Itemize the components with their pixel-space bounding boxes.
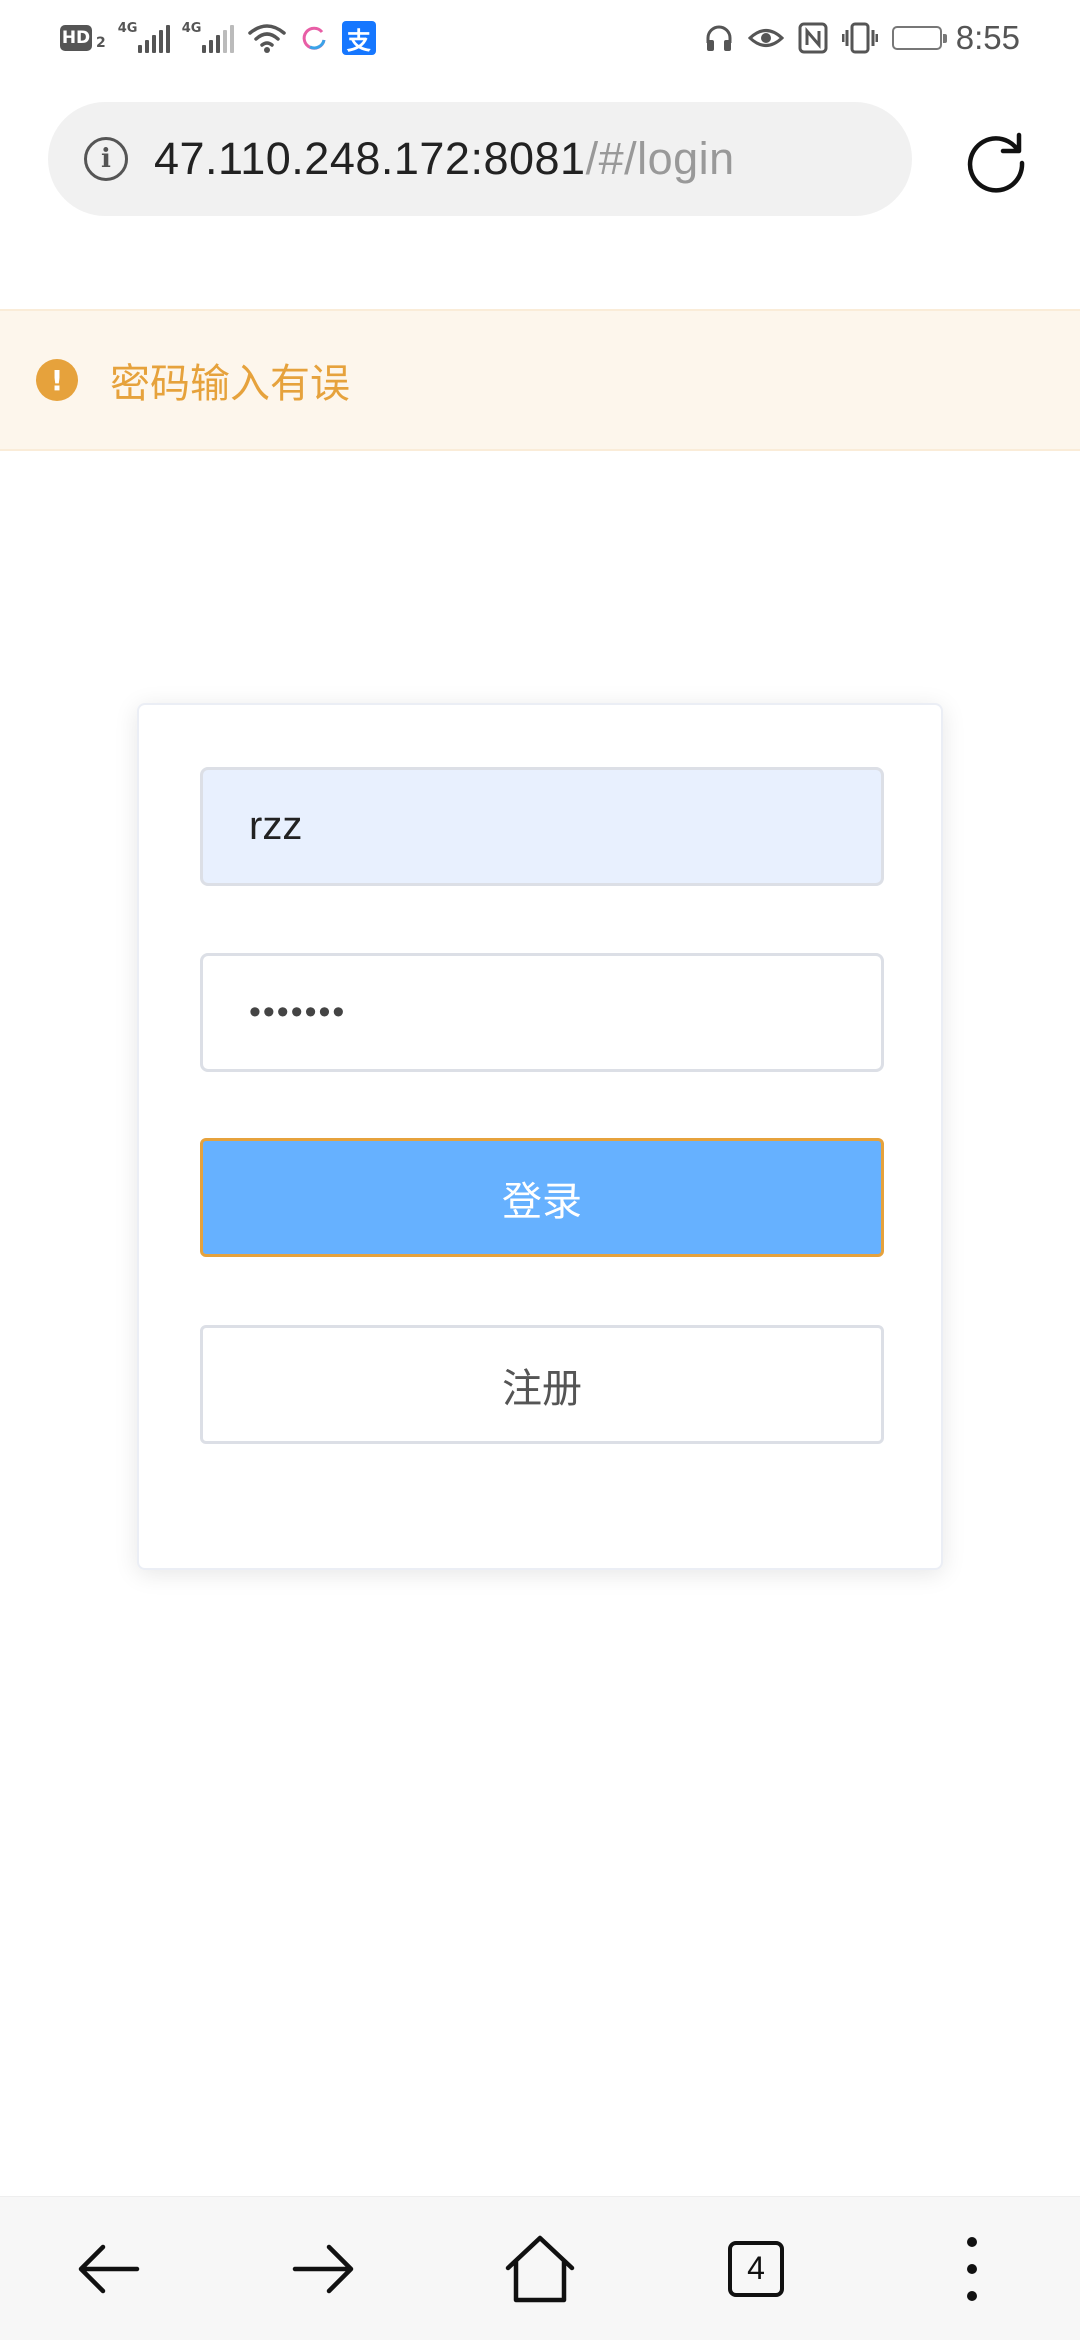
wifi-icon [248,24,286,53]
info-icon[interactable]: i [84,137,128,181]
browser-bottom-nav: 4 [0,2196,1080,2340]
network-type-label: 4G [117,21,138,36]
status-right: 8:55 [704,19,1020,57]
login-card: rzz ••••••• 登录 注册 [137,703,943,1570]
error-alert: ! 密码输入有误 [0,309,1080,451]
reload-button[interactable] [960,124,1032,196]
url-path: /#/login [585,133,735,184]
signal-icon: 4G [181,21,234,53]
back-button[interactable] [58,2219,158,2319]
vibrate-icon [841,22,878,54]
username-input[interactable]: rzz [200,767,884,886]
eye-icon [747,29,784,47]
login-button[interactable]: 登录 [200,1138,884,1257]
tabs-button[interactable]: 4 [706,2219,806,2319]
signal-icon: 4G [117,21,170,53]
url-text[interactable]: 47.110.248.172:8081/#/login [154,133,735,185]
home-icon [505,2235,575,2302]
warning-icon: ! [36,359,78,401]
forward-icon [292,2244,354,2293]
address-bar[interactable]: i 47.110.248.172:8081/#/login [48,102,912,216]
register-button[interactable]: 注册 [200,1325,884,1444]
status-left: HD 2 4G 4G 支 [60,21,376,55]
more-button[interactable] [922,2219,1022,2319]
url-host: 47.110.248.172:8081 [154,133,586,184]
password-input[interactable]: ••••••• [200,953,884,1072]
hd-icon: HD [60,25,92,51]
nfc-icon [798,22,828,54]
battery-icon [891,26,947,50]
back-icon [78,2244,140,2293]
status-bar: HD 2 4G 4G 支 8:55 [0,0,1080,76]
sync-icon [302,26,326,50]
alipay-icon: 支 [341,21,376,55]
forward-button[interactable] [274,2219,374,2319]
headset-icon [706,25,732,51]
network-type-label: 4G [181,21,202,36]
status-time: 8:55 [955,19,1020,56]
alert-message: 密码输入有误 [110,361,350,407]
tabs-icon: 4 [728,2240,784,2297]
reload-icon [967,132,1025,193]
more-icon [967,2236,977,2301]
hd-sub-label: 2 [96,35,106,51]
home-button[interactable] [490,2219,590,2319]
